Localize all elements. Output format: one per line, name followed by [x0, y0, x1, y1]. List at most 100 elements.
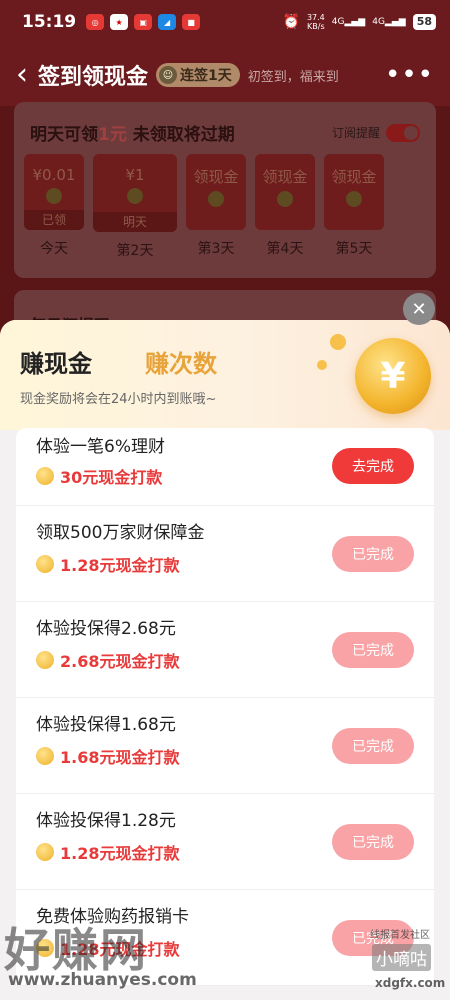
envelope-amount: 领现金	[331, 168, 377, 186]
red-envelope: 领现金	[186, 154, 246, 230]
remind-toggle[interactable]	[386, 123, 420, 142]
red-envelope: 领现金	[255, 154, 315, 230]
app-icon: ★	[110, 14, 129, 30]
network-speed-unit: KB/s	[307, 22, 325, 31]
sheet-header: 赚现金 赚次数 现金奖励将会在24小时内到账哦~ ¥	[0, 320, 450, 430]
clock: 15:19	[22, 12, 77, 32]
task-item: 领取500万家财保障金 1.28元现金打款 已完成	[16, 506, 434, 602]
task-reward: 30元现金打款	[36, 464, 162, 488]
day-label: 第2天	[116, 243, 154, 259]
checkin-day-1[interactable]: ¥0.01 已领 今天	[24, 154, 84, 260]
alarm-icon: ⏰	[282, 14, 300, 30]
status-bar: 15:19 ◎ ★ ▣ ◢ ■ ⏰ 37.4 KB/s 4G▂▄▆ 4G▂▄▆ …	[0, 0, 450, 44]
task-reward: 1.28元现金打款	[36, 552, 179, 576]
coin-decoration-icon	[317, 360, 327, 370]
completed-button[interactable]: 已完成	[332, 920, 414, 956]
envelope-amount: 领现金	[262, 168, 308, 186]
coin-icon	[36, 467, 54, 485]
back-arrow-icon[interactable]: ‹	[16, 60, 28, 90]
signal-label-1: 4G	[331, 17, 345, 27]
coin-icon	[277, 191, 293, 207]
checkin-title: 明天可领1元 未领取将过期	[30, 120, 235, 145]
network-speed: 37.4 KB/s	[307, 13, 325, 31]
coin-icon	[36, 555, 54, 573]
tab-earn-cash[interactable]: 赚现金	[20, 344, 92, 379]
reward-text: 2.68元现金打款	[60, 652, 180, 671]
shop-app-icon: ■	[182, 14, 201, 30]
task-title: 领取500万家财保障金	[36, 523, 205, 543]
checkin-card: 明天可领1元 未领取将过期 订阅提醒 ¥0.01 已领 今天 ¥1 明天 第2天	[14, 102, 436, 278]
checkin-title-suffix: 未领取将过期	[126, 125, 235, 145]
coin-decoration-icon	[330, 334, 346, 350]
task-reward: 1.28元现金打款	[36, 936, 179, 960]
reward-text: 1.28元现金打款	[60, 844, 180, 863]
checkin-title-amount: 1元	[98, 125, 127, 145]
reward-text: 30元现金打款	[60, 468, 163, 487]
task-item: 体验一笔6%理财 30元现金打款 去完成	[16, 428, 434, 506]
coin-icon	[127, 188, 143, 204]
task-title: 体验投保得1.68元	[36, 715, 176, 735]
envelope-foot: 明天	[93, 212, 177, 232]
completed-button[interactable]: 已完成	[332, 536, 414, 572]
coin-icon	[36, 939, 54, 957]
completed-button[interactable]: 已完成	[332, 728, 414, 764]
task-item: 免费体验购药报销卡 1.28元现金打款 已完成	[16, 890, 434, 986]
envelope-foot: 已领	[24, 210, 84, 230]
task-reward: 2.68元现金打款	[36, 648, 179, 672]
remind-control[interactable]: 订阅提醒	[331, 123, 420, 142]
reward-text: 1.28元现金打款	[60, 940, 180, 959]
envelope-amount: ¥1	[125, 166, 145, 184]
close-icon[interactable]: ✕	[403, 293, 435, 325]
envelope-amount: ¥0.01	[32, 166, 76, 184]
streak-text: 连签1天	[180, 68, 232, 84]
task-title: 体验一笔6%理财	[36, 437, 165, 457]
checkin-day-5[interactable]: 领现金 第5天	[324, 154, 384, 260]
notification-icons: ◎ ★ ▣ ◢ ■	[86, 14, 201, 30]
checkin-days: ¥0.01 已领 今天 ¥1 明天 第2天 领现金 第3天 领现金 第4天 领现…	[24, 154, 384, 260]
checkin-day-2[interactable]: ¥1 明天 第2天	[93, 154, 177, 260]
reward-text: 1.28元现金打款	[60, 556, 180, 575]
task-title: 免费体验购药报销卡	[36, 907, 189, 927]
gift-app-icon: ▣	[134, 14, 153, 30]
task-item: 体验投保得1.68元 1.68元现金打款 已完成	[16, 698, 434, 794]
coin-icon	[208, 191, 224, 207]
task-title: 体验投保得1.28元	[36, 811, 176, 831]
task-title: 体验投保得2.68元	[36, 619, 176, 639]
coin-icon	[36, 843, 54, 861]
task-list: 体验一笔6%理财 30元现金打款 去完成 领取500万家财保障金 1.28元现金…	[16, 428, 434, 986]
more-menu-icon[interactable]: •••	[385, 60, 434, 90]
netease-music-icon: ◎	[86, 14, 105, 30]
signal-label-2: 4G	[372, 17, 385, 27]
task-item: 体验投保得2.68元 2.68元现金打款 已完成	[16, 602, 434, 698]
coin-icon	[36, 651, 54, 669]
streak-badge: ☺ 连签1天	[156, 63, 240, 87]
checkin-day-3[interactable]: 领现金 第3天	[186, 154, 246, 260]
browser-app-icon: ◢	[158, 14, 177, 30]
red-envelope: ¥1 明天	[93, 154, 177, 232]
remind-label: 订阅提醒	[331, 126, 380, 140]
day-label: 今天	[40, 241, 68, 257]
sheet-subtitle: 现金奖励将会在24小时内到账哦~	[20, 392, 217, 407]
network-speed-value: 37.4	[306, 13, 325, 22]
task-reward: 1.28元现金打款	[36, 840, 179, 864]
coin-icon	[346, 191, 362, 207]
nav-slogan: 初签到，福来到	[247, 69, 339, 85]
earn-cash-sheet: 赚现金 赚次数 现金奖励将会在24小时内到账哦~ ¥ 体验一笔6%理财 30元现…	[0, 320, 450, 1000]
completed-button[interactable]: 已完成	[332, 824, 414, 860]
completed-button[interactable]: 已完成	[332, 632, 414, 668]
streak-icon: ☺	[159, 66, 178, 84]
envelope-amount: 领现金	[193, 168, 239, 186]
tab-earn-times[interactable]: 赚次数	[145, 344, 217, 379]
page-title: 签到领现金	[38, 65, 149, 90]
coin-icon	[46, 188, 62, 204]
nav-bar: ‹ 签到领现金 ☺ 连签1天 初签到，福来到 •••	[0, 44, 450, 106]
reward-text: 1.68元现金打款	[60, 748, 180, 767]
coin-icon	[36, 747, 54, 765]
signal-icon-2: 4G▂▄▆	[372, 17, 406, 27]
battery-indicator: 58	[412, 14, 436, 30]
day-label: 第3天	[197, 241, 235, 257]
signal-icon: 4G▂▄▆	[331, 17, 366, 27]
checkin-day-4[interactable]: 领现金 第4天	[255, 154, 315, 260]
go-complete-button[interactable]: 去完成	[332, 448, 414, 484]
task-item: 体验投保得1.28元 1.28元现金打款 已完成	[16, 794, 434, 890]
